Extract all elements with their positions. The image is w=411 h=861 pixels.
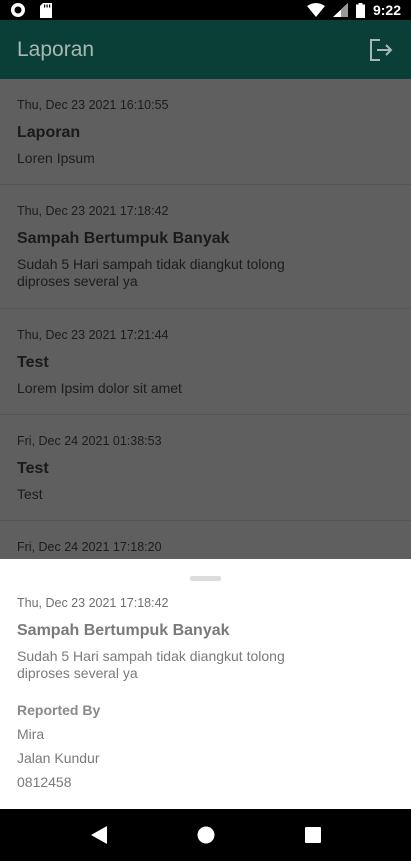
reporter-name: Mira [17, 726, 45, 742]
report-body: Lorem Ipsim dolor sit amet [17, 380, 182, 396]
wifi-icon [306, 3, 325, 17]
signal-icon [332, 3, 348, 17]
reporter-address: Jalan Kundur [17, 750, 100, 766]
detail-date: Thu, Dec 23 2021 17:18:42 [17, 596, 169, 610]
report-body: Sudah 5 Hari sampah tidak diangkut tolon… [17, 256, 285, 289]
report-date: Thu, Dec 23 2021 16:10:55 [17, 98, 169, 112]
report-body: Test [17, 486, 43, 502]
battery-icon [355, 2, 365, 18]
detail-body: Sudah 5 Hari sampah tidak diangkut tolon… [17, 648, 285, 681]
status-left [10, 2, 52, 18]
report-title: Test [17, 460, 49, 477]
status-right: 9:22 [306, 2, 401, 18]
report-date: Thu, Dec 23 2021 17:18:42 [17, 204, 169, 218]
report-date: Fri, Dec 24 2021 17:18:20 [17, 540, 162, 554]
home-button[interactable] [186, 815, 226, 855]
record-icon [11, 3, 25, 17]
report-body: Loren Ipsum [17, 150, 95, 166]
report-date: Fri, Dec 24 2021 01:38:53 [17, 434, 162, 448]
reported-by-label: Reported By [17, 702, 101, 718]
logout-icon [370, 38, 393, 61]
back-button[interactable] [79, 815, 119, 855]
report-date: Thu, Dec 23 2021 17:21:44 [17, 328, 169, 342]
recents-button[interactable] [293, 815, 333, 855]
detail-title: Sampah Bertumpuk Banyak [17, 622, 230, 639]
status-time: 9:22 [372, 2, 401, 18]
navigation-bar [0, 809, 411, 861]
logout-button[interactable] [367, 36, 395, 64]
report-list: Thu, Dec 23 2021 16:10:55 Laporan Loren … [0, 79, 411, 559]
report-title: Sampah Bertumpuk Banyak [17, 230, 230, 247]
back-icon [90, 826, 107, 844]
status-bar: 9:22 [0, 0, 411, 20]
list-item[interactable]: Thu, Dec 23 2021 16:10:55 Laporan Loren … [0, 79, 411, 185]
sd-card-icon [40, 2, 52, 18]
app-bar: Laporan [0, 20, 411, 79]
recents-icon [304, 827, 321, 843]
home-icon [197, 826, 214, 844]
list-item[interactable]: Fri, Dec 24 2021 17:18:20 [0, 521, 411, 559]
report-title: Test [17, 354, 49, 371]
page-title: Laporan [17, 37, 95, 61]
drag-handle[interactable] [190, 576, 221, 581]
report-detail-sheet: Thu, Dec 23 2021 17:18:42 Sampah Bertump… [0, 559, 411, 809]
list-item[interactable]: Fri, Dec 24 2021 01:38:53 Test Test [0, 415, 411, 521]
report-title: Laporan [17, 124, 81, 141]
reporter-phone: 0812458 [17, 774, 72, 790]
list-item[interactable]: Thu, Dec 23 2021 17:21:44 Test Lorem Ips… [0, 309, 411, 415]
list-item[interactable]: Thu, Dec 23 2021 17:18:42 Sampah Bertump… [0, 185, 411, 309]
